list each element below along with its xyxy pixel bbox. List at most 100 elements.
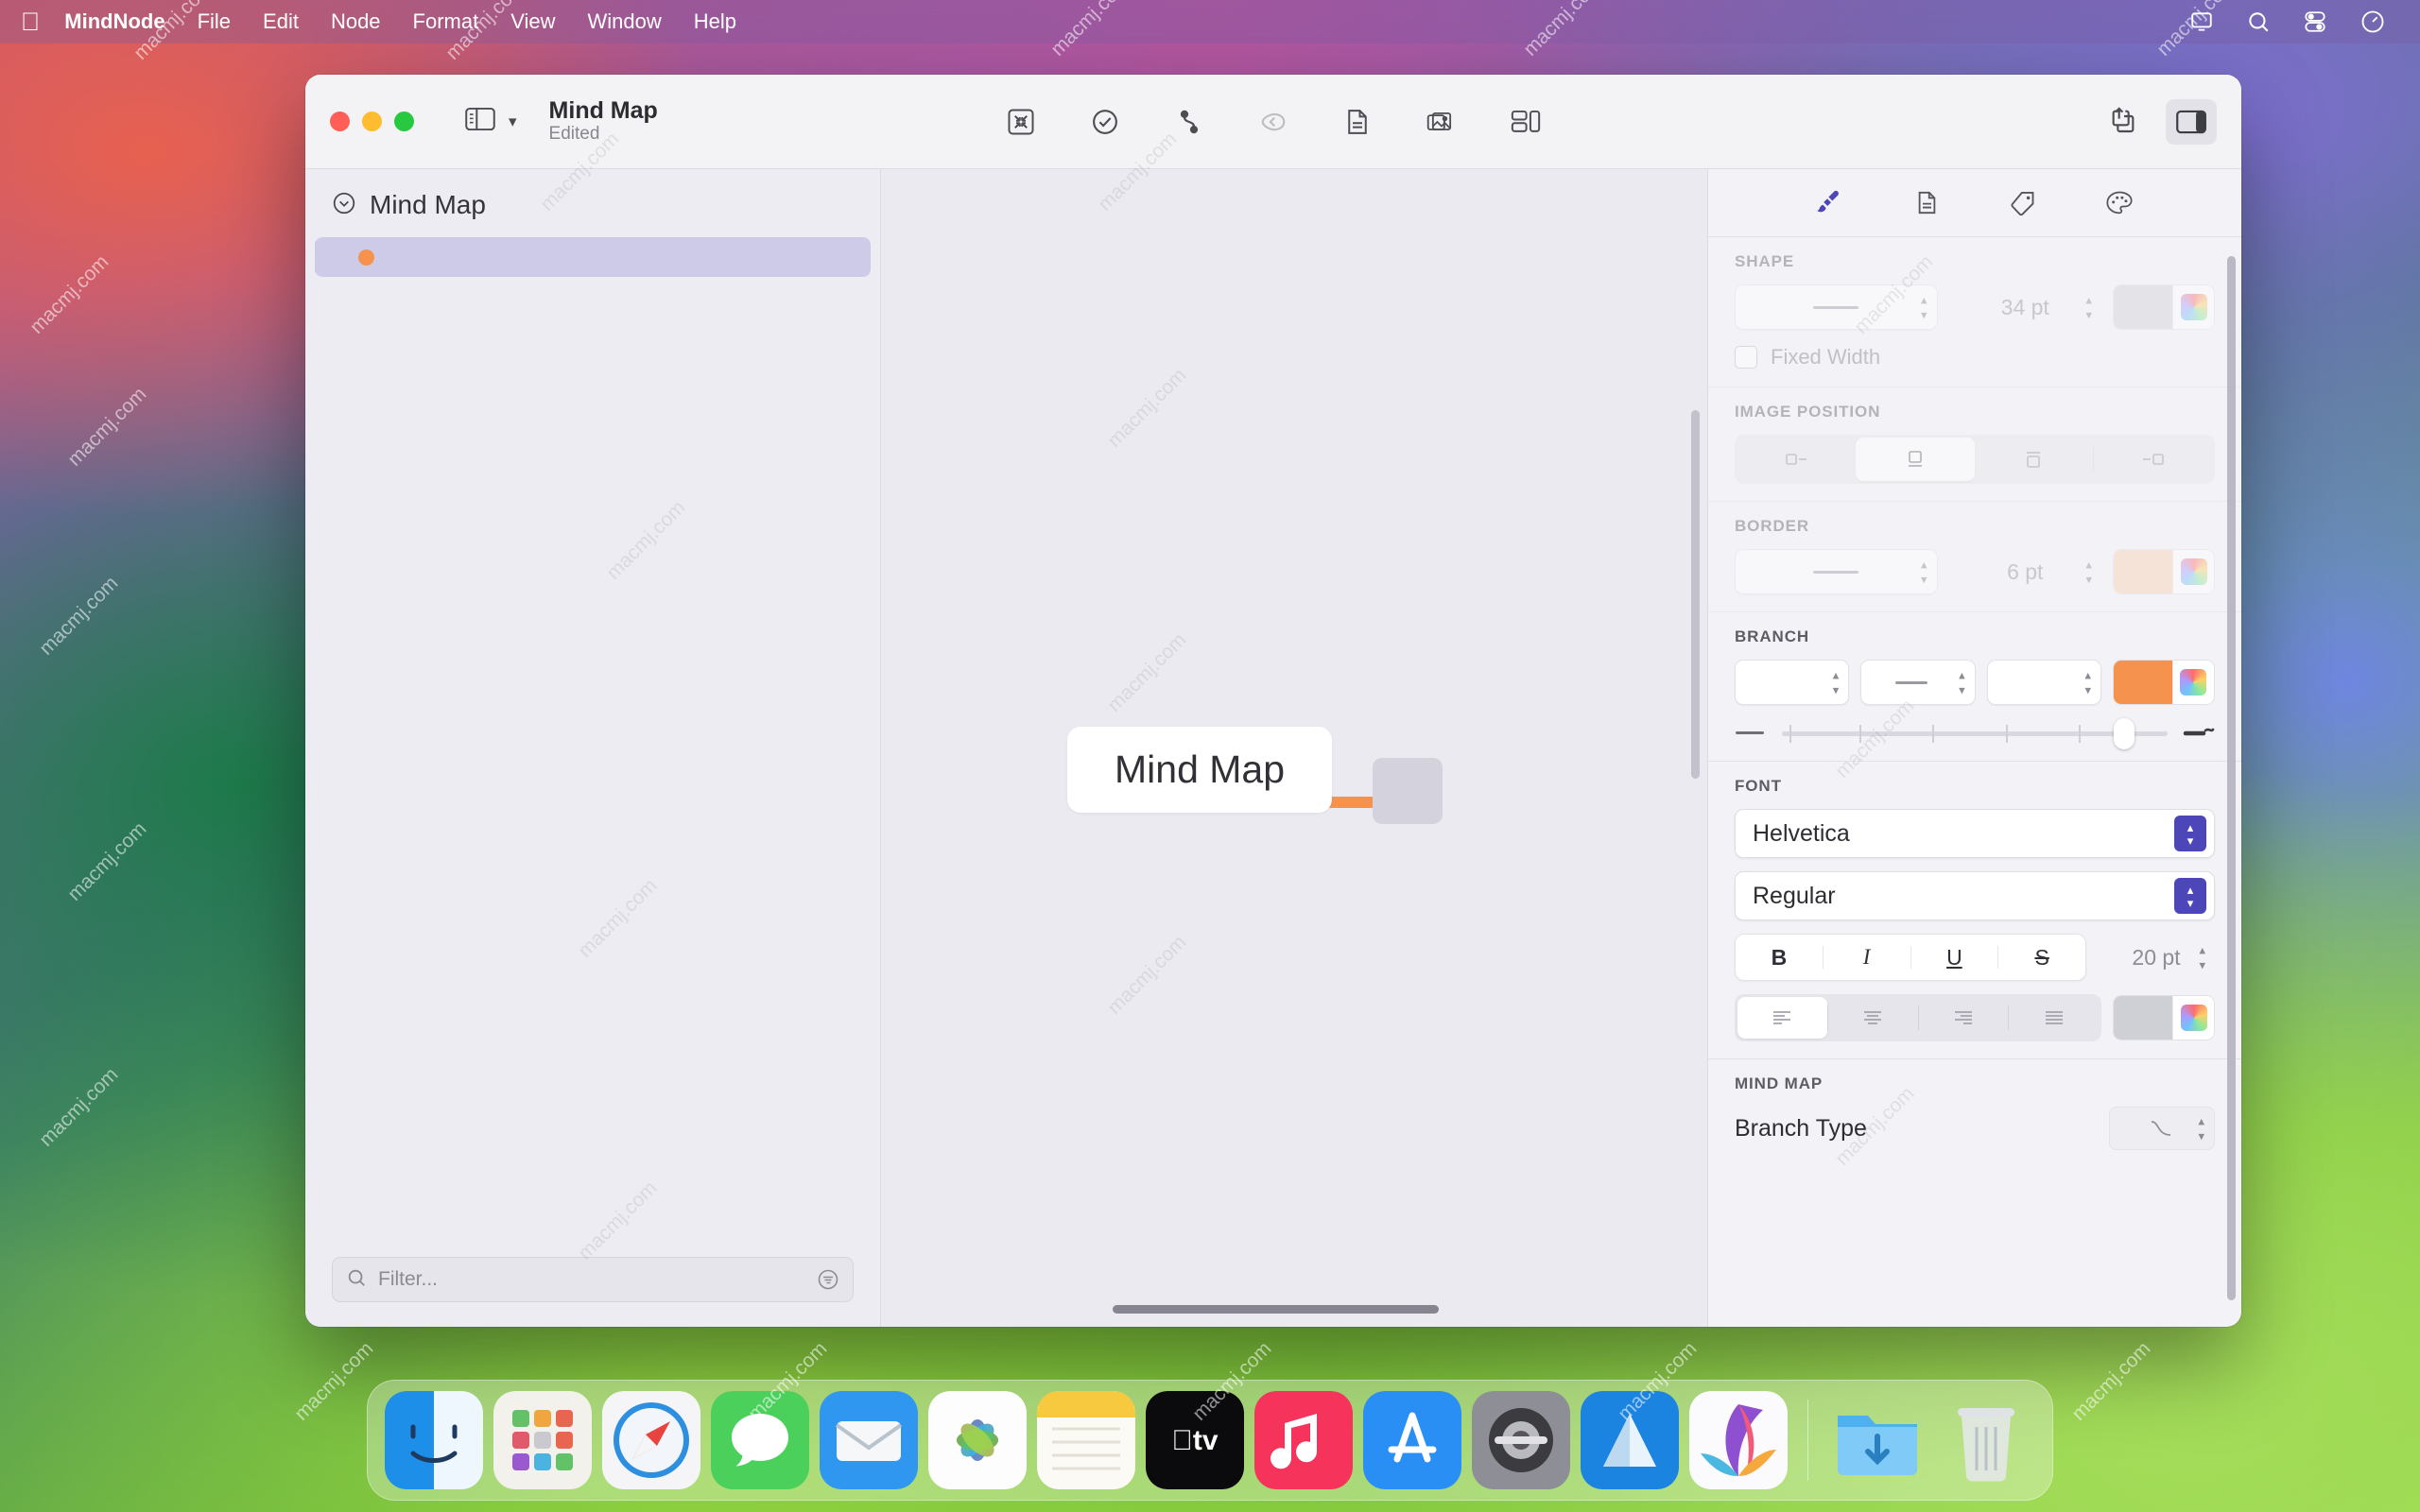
shape-color-swatch[interactable] bbox=[2114, 285, 2172, 329]
chevron-updown-icon[interactable]: ▴ ▾ bbox=[2198, 1115, 2204, 1143]
branch-style-dropdown[interactable]: ▴ ▾ bbox=[1860, 660, 1976, 705]
inspector-scrollbar[interactable] bbox=[2227, 256, 2236, 1300]
dock-photos[interactable] bbox=[928, 1391, 1027, 1489]
inspector-toggle-icon[interactable] bbox=[2166, 98, 2217, 145]
search-icon[interactable] bbox=[2246, 9, 2271, 34]
dock-messages[interactable] bbox=[711, 1391, 809, 1489]
chevron-down-circle-icon[interactable] bbox=[332, 191, 356, 220]
chevron-updown-icon[interactable]: ▴ ▾ bbox=[2084, 669, 2091, 696]
font-color-swatch[interactable] bbox=[2114, 996, 2172, 1040]
zoom-button[interactable] bbox=[394, 112, 414, 131]
fixed-width-checkbox[interactable] bbox=[1735, 346, 1757, 369]
underline-button[interactable]: U bbox=[1911, 935, 1998, 980]
sidebar-toggle-control[interactable]: ▾ bbox=[465, 107, 517, 136]
menu-item-window[interactable]: Window bbox=[588, 9, 662, 34]
chevron-updown-icon[interactable]: ▴ ▾ bbox=[2085, 558, 2092, 586]
palette-icon[interactable] bbox=[2100, 184, 2138, 222]
shape-size-stepper[interactable]: 34 pt ▴ ▾ bbox=[1949, 284, 2102, 330]
border-color-swatch[interactable] bbox=[2114, 550, 2172, 593]
bold-button[interactable]: B bbox=[1736, 935, 1823, 980]
menu-item-view[interactable]: View bbox=[510, 9, 555, 34]
chevron-updown-icon[interactable]: ▴ ▾ bbox=[2085, 294, 2092, 321]
align-right[interactable] bbox=[1919, 997, 2009, 1039]
close-button[interactable] bbox=[330, 112, 350, 131]
menu-item-node[interactable]: Node bbox=[331, 9, 381, 34]
list-item[interactable] bbox=[315, 237, 871, 277]
note-icon[interactable] bbox=[1337, 101, 1378, 143]
dock-trash[interactable] bbox=[1937, 1391, 2035, 1489]
control-center-icon[interactable] bbox=[2303, 9, 2327, 34]
mindmap-canvas[interactable]: Mind Map bbox=[881, 169, 1707, 1327]
dock-notes[interactable] bbox=[1037, 1391, 1135, 1489]
root-node[interactable]: Mind Map bbox=[1067, 727, 1333, 813]
branch-field-3[interactable]: ▴ ▾ bbox=[1986, 660, 2101, 705]
dock-xcode[interactable] bbox=[1581, 1391, 1679, 1489]
font-color-control[interactable] bbox=[2113, 995, 2215, 1040]
menu-item-edit[interactable]: Edit bbox=[263, 9, 299, 34]
branch-thickness-slider[interactable] bbox=[1782, 718, 2168, 749]
shape-style-dropdown[interactable]: ▴ ▾ bbox=[1735, 284, 1938, 330]
image-position-bottom[interactable] bbox=[1856, 438, 1975, 481]
branch-field-1[interactable]: ▴ ▾ bbox=[1735, 660, 1850, 705]
font-size-stepper[interactable]: 20 pt ▴ ▾ bbox=[2098, 935, 2215, 980]
connection-icon[interactable] bbox=[1168, 101, 1210, 143]
child-node-placeholder[interactable] bbox=[1373, 758, 1443, 824]
focus-icon[interactable] bbox=[1000, 101, 1042, 143]
font-family-select[interactable]: Helvetica ▴ ▾ bbox=[1735, 809, 2215, 858]
menu-item-help[interactable]: Help bbox=[694, 9, 736, 34]
shape-color-picker[interactable] bbox=[2172, 285, 2214, 329]
chevron-updown-icon[interactable]: ▴ ▾ bbox=[2174, 816, 2206, 851]
layout-icon[interactable] bbox=[1505, 101, 1547, 143]
horizontal-scrollbar[interactable] bbox=[1113, 1305, 1439, 1314]
apple-logo-icon[interactable]:  bbox=[21, 9, 40, 35]
branch-color-picker[interactable] bbox=[2171, 661, 2214, 704]
image-position-top[interactable] bbox=[1975, 438, 2093, 481]
image-position-right[interactable] bbox=[2094, 438, 2212, 481]
dock-appstore[interactable] bbox=[1363, 1391, 1461, 1489]
branch-color-control[interactable] bbox=[2112, 660, 2215, 705]
menu-item-file[interactable]: File bbox=[198, 9, 231, 34]
slider-knob[interactable] bbox=[2113, 718, 2135, 749]
task-checkmark-icon[interactable] bbox=[1084, 101, 1126, 143]
screen-mirroring-icon[interactable] bbox=[2189, 9, 2214, 34]
tag-icon[interactable] bbox=[2004, 184, 2042, 222]
branch-color-swatch[interactable] bbox=[2113, 661, 2172, 704]
dock-launchpad[interactable] bbox=[493, 1391, 592, 1489]
dock-mindnode[interactable] bbox=[1689, 1391, 1788, 1489]
font-style-select[interactable]: Regular ▴ ▾ bbox=[1735, 871, 2215, 920]
menu-item-format[interactable]: Format bbox=[413, 9, 479, 34]
document-icon[interactable] bbox=[1908, 184, 1945, 222]
dock-mail[interactable] bbox=[820, 1391, 918, 1489]
sidebar-header[interactable]: Mind Map bbox=[305, 169, 880, 230]
chevron-updown-icon[interactable]: ▴ ▾ bbox=[1833, 669, 1840, 696]
align-justify[interactable] bbox=[2009, 997, 2099, 1039]
dock-safari[interactable] bbox=[602, 1391, 700, 1489]
fixed-width-row[interactable]: Fixed Width bbox=[1735, 345, 2215, 369]
chevron-updown-icon[interactable]: ▴ ▾ bbox=[2174, 878, 2206, 914]
dock-music[interactable] bbox=[1254, 1391, 1353, 1489]
chevron-updown-icon[interactable]: ▴ ▾ bbox=[2199, 944, 2205, 971]
menu-item-mindnode[interactable]: MindNode bbox=[64, 9, 164, 34]
chevron-down-icon[interactable]: ▾ bbox=[509, 112, 517, 131]
dock-downloads[interactable] bbox=[1828, 1391, 1927, 1489]
font-color-picker[interactable] bbox=[2172, 996, 2214, 1040]
images-icon[interactable] bbox=[1421, 101, 1462, 143]
chevron-updown-icon[interactable]: ▴ ▾ bbox=[1959, 669, 1965, 696]
dock-settings[interactable] bbox=[1472, 1391, 1570, 1489]
border-color-control[interactable] bbox=[2113, 549, 2215, 594]
dock-finder[interactable] bbox=[385, 1391, 483, 1489]
border-size-stepper[interactable]: 6 pt ▴ ▾ bbox=[1949, 549, 2102, 594]
border-color-picker[interactable] bbox=[2172, 550, 2214, 593]
align-center[interactable] bbox=[1828, 997, 1918, 1039]
align-left[interactable] bbox=[1737, 997, 1827, 1039]
minimize-button[interactable] bbox=[362, 112, 382, 131]
dock-appletv[interactable]: tv bbox=[1146, 1391, 1244, 1489]
italic-button[interactable]: I bbox=[1824, 935, 1910, 980]
vertical-scrollbar[interactable] bbox=[1691, 410, 1700, 779]
filter-options-icon[interactable] bbox=[817, 1268, 839, 1291]
siri-icon[interactable] bbox=[2360, 9, 2386, 35]
strikethrough-button[interactable]: S bbox=[1998, 935, 2085, 980]
shape-color-control[interactable] bbox=[2113, 284, 2215, 330]
image-position-left[interactable] bbox=[1737, 438, 1856, 481]
border-style-dropdown[interactable]: ▴ ▾ bbox=[1735, 549, 1938, 594]
